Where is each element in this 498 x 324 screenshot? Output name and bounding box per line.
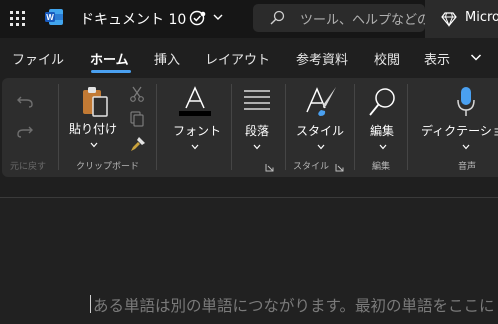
paste-dropdown-chevron-icon[interactable] <box>90 142 98 148</box>
editing-group-label: 編集 <box>372 162 391 172</box>
group-divider <box>285 84 286 170</box>
paragraph-label[interactable]: 段落 <box>245 122 269 139</box>
more-tabs-chevron-icon[interactable] <box>470 53 482 62</box>
tab-insert[interactable]: 挿入 <box>154 49 180 68</box>
word-logo-icon: W <box>45 9 63 25</box>
group-divider <box>354 84 355 170</box>
text-cursor <box>90 295 91 313</box>
tab-review[interactable]: 校閲 <box>374 49 400 68</box>
undo-icon[interactable] <box>16 93 34 109</box>
group-divider <box>58 84 59 170</box>
font-label[interactable]: フォント <box>173 122 221 139</box>
editing-chevron-icon[interactable] <box>379 144 387 150</box>
tab-layout[interactable]: レイアウト <box>205 49 270 68</box>
find-magnifier-icon[interactable] <box>368 86 398 118</box>
tab-file[interactable]: ファイル <box>12 49 64 68</box>
svg-text:W: W <box>46 13 54 22</box>
paragraph-chevron-icon[interactable] <box>253 144 261 150</box>
document-placeholder-text[interactable]: ある単語は別の単語につながります。最初の単語をここに <box>93 294 494 316</box>
group-divider <box>231 84 232 170</box>
microphone-icon[interactable] <box>456 86 476 118</box>
search-box[interactable]: ツール、ヘルプなどの <box>253 4 425 32</box>
ribbon: 元に戻す 貼り付け クリップボード フォント 段落 スタイル スタイル 編集 編… <box>2 78 498 177</box>
paragraph-launcher-icon[interactable] <box>265 163 274 172</box>
styles-label[interactable]: スタイル <box>296 122 344 139</box>
undo-group-label: 元に戻す <box>10 162 47 172</box>
document-title[interactable]: ドキュメント 10 <box>80 9 186 29</box>
chevron-down-icon[interactable] <box>212 12 224 22</box>
group-divider <box>407 84 408 170</box>
search-icon <box>270 10 285 25</box>
format-painter-icon[interactable] <box>129 136 147 152</box>
styles-icon[interactable] <box>304 84 338 118</box>
premium-button[interactable]: Micro <box>425 0 498 38</box>
styles-chevron-icon[interactable] <box>317 144 325 150</box>
font-icon[interactable] <box>178 84 212 118</box>
font-chevron-icon[interactable] <box>191 144 199 150</box>
editing-label[interactable]: 編集 <box>370 122 394 139</box>
title-bar: W ドキュメント 10 ツール、ヘルプなどの Micro <box>0 0 498 38</box>
dictation-chevron-icon[interactable] <box>462 144 470 150</box>
paste-icon[interactable] <box>80 85 110 119</box>
cut-icon[interactable] <box>129 86 145 102</box>
styles-launcher-icon[interactable] <box>335 163 344 172</box>
dictation-label[interactable]: ディクテーション <box>421 122 498 139</box>
search-placeholder: ツール、ヘルプなどの <box>300 13 425 28</box>
tab-references[interactable]: 参考資料 <box>296 49 348 68</box>
app-launcher-icon[interactable] <box>10 11 25 26</box>
styles-group-label: スタイル <box>293 162 330 172</box>
ribbon-tabs: ファイル ホーム 挿入 レイアウト 参考資料 校閲 表示 <box>0 38 498 76</box>
group-divider <box>156 84 157 170</box>
active-tab-indicator <box>91 70 131 73</box>
cloud-saved-icon[interactable] <box>189 10 207 26</box>
paste-label[interactable]: 貼り付け <box>69 120 117 137</box>
copy-icon[interactable] <box>129 111 145 127</box>
clipboard-group-label: クリップボード <box>76 162 140 172</box>
tab-home[interactable]: ホーム <box>90 49 129 68</box>
voice-group-label: 音声 <box>458 162 477 172</box>
premium-label: Micro <box>465 10 498 25</box>
tab-view[interactable]: 表示 <box>424 49 450 68</box>
diamond-icon <box>441 12 457 27</box>
redo-icon[interactable] <box>16 123 34 139</box>
paragraph-icon[interactable] <box>243 89 271 111</box>
